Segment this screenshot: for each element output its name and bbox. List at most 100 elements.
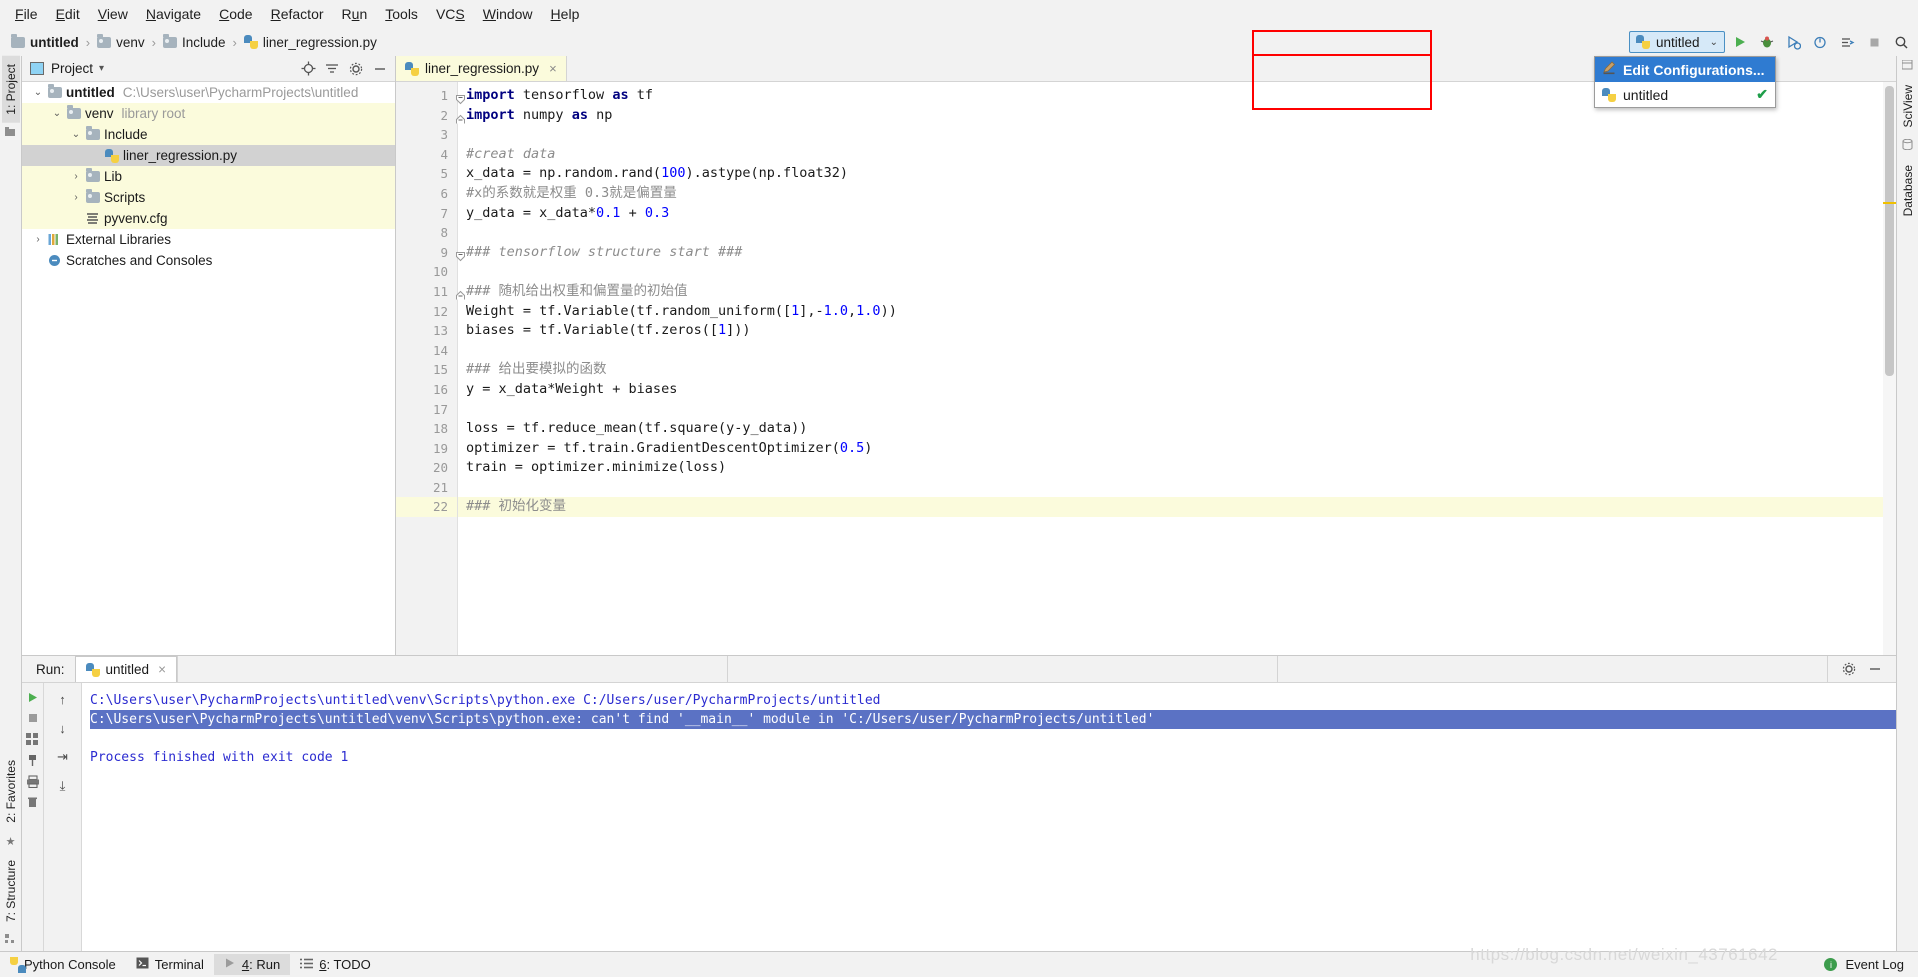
code-line[interactable]: x_data = np.random.rand(100).astype(np.f… bbox=[458, 164, 1883, 184]
menu-window[interactable]: Window bbox=[474, 3, 542, 25]
collapse-all-icon[interactable] bbox=[323, 60, 341, 78]
menu-refactor[interactable]: Refactor bbox=[262, 3, 333, 25]
code-line[interactable] bbox=[458, 125, 1883, 145]
sciview-strip-icon[interactable] bbox=[1901, 56, 1913, 77]
sidebar-item-sciview[interactable]: SciView bbox=[1899, 77, 1917, 135]
project-strip-icon[interactable] bbox=[5, 123, 16, 144]
scroll-to-end-icon[interactable]: ⤓ bbox=[53, 776, 73, 796]
tree-item-scripts[interactable]: › Scripts bbox=[22, 187, 395, 208]
run-tab-untitled[interactable]: untitled × bbox=[74, 656, 177, 682]
code-line[interactable]: train = optimizer.minimize(loss) bbox=[458, 458, 1883, 478]
tree-item-venv[interactable]: ⌄ venv library root bbox=[22, 103, 395, 124]
project-tree[interactable]: ⌄ untitled C:\Users\user\PycharmProjects\u… bbox=[22, 82, 395, 655]
menu-vcs[interactable]: VCS bbox=[427, 3, 474, 25]
breadcrumb-item-venv[interactable]: venv bbox=[94, 33, 148, 51]
menu-tools[interactable]: Tools bbox=[376, 3, 427, 25]
code-line[interactable]: loss = tf.reduce_mean(tf.square(y-y_data… bbox=[458, 419, 1883, 439]
console-line[interactable]: Process finished with exit code 1 bbox=[90, 748, 1896, 767]
tree-item-scratches-and-consoles[interactable]: Scratches and Consoles bbox=[22, 250, 395, 271]
menu-navigate[interactable]: Navigate bbox=[137, 3, 210, 25]
chevron-down-icon[interactable]: ▾ bbox=[99, 63, 104, 74]
menu-view[interactable]: View bbox=[89, 3, 137, 25]
show-grid-icon[interactable] bbox=[23, 729, 43, 749]
code-line[interactable]: #x的系数就是权重 0.3就是偏置量 bbox=[458, 184, 1883, 204]
tree-item-lib[interactable]: › Lib bbox=[22, 166, 395, 187]
sidebar-item-database[interactable]: Database bbox=[1899, 157, 1917, 224]
attach-to-process-button[interactable] bbox=[1835, 30, 1860, 55]
dropdown-item-untitled[interactable]: untitled ✔ bbox=[1595, 82, 1775, 107]
statusbar-python-console[interactable]: Python Console bbox=[8, 954, 126, 975]
run-console-output[interactable]: C:\Users\user\PycharmProjects\untitled\v… bbox=[82, 683, 1896, 951]
chevron-down-icon[interactable]: ⌄ bbox=[68, 129, 84, 140]
tree-item-pyvenv-cfg[interactable]: pyvenv.cfg bbox=[22, 208, 395, 229]
code-line[interactable]: ### 给出要模拟的函数 bbox=[458, 360, 1883, 380]
code-line[interactable] bbox=[458, 223, 1883, 243]
code-line[interactable]: optimizer = tf.train.GradientDescentOpti… bbox=[458, 439, 1883, 459]
structure-icon[interactable] bbox=[5, 930, 16, 951]
chevron-down-icon[interactable]: ⌄ bbox=[30, 87, 46, 98]
database-strip-icon[interactable] bbox=[1902, 135, 1913, 157]
breadcrumb-item-liner-regression-py[interactable]: liner_regression.py bbox=[241, 34, 380, 51]
chevron-down-icon[interactable]: ⌄ bbox=[49, 108, 65, 119]
code-line[interactable]: Weight = tf.Variable(tf.random_uniform([… bbox=[458, 302, 1883, 322]
code-line[interactable]: y_data = x_data*0.1 + 0.3 bbox=[458, 204, 1883, 224]
code-line[interactable] bbox=[458, 341, 1883, 361]
run-button[interactable] bbox=[1727, 30, 1752, 55]
code-line[interactable] bbox=[458, 478, 1883, 498]
menu-file[interactable]: File bbox=[6, 3, 47, 25]
console-line[interactable]: C:\Users\user\PycharmProjects\untitled\v… bbox=[90, 710, 1896, 729]
code-line[interactable]: ### 初始化变量 bbox=[458, 497, 1883, 518]
chevron-right-icon[interactable]: › bbox=[30, 234, 46, 245]
tree-item-liner-regression-py[interactable]: liner_regression.py bbox=[22, 145, 395, 166]
editor-area[interactable]: 1 2 3 4 5 6 7 8 9 10 11 12 13 14 15 16 17 18 19 20 21 22 impo… bbox=[396, 82, 1896, 655]
profile-button[interactable] bbox=[1808, 30, 1833, 55]
code-line[interactable]: y = x_data*Weight + biases bbox=[458, 380, 1883, 400]
scroll-up-icon[interactable]: ↑ bbox=[53, 689, 73, 709]
menu-code[interactable]: Code bbox=[210, 3, 261, 25]
sidebar-item-project[interactable]: 1: Project bbox=[1, 56, 20, 123]
sidebar-item-favorites[interactable]: 2: Favorites bbox=[2, 752, 20, 831]
code-line[interactable] bbox=[458, 400, 1883, 420]
menu-edit[interactable]: Edit bbox=[47, 3, 89, 25]
editor-scrollbar[interactable] bbox=[1883, 82, 1896, 655]
hide-panel-icon[interactable] bbox=[371, 60, 389, 78]
search-everywhere-icon[interactable] bbox=[1889, 30, 1914, 55]
dropdown-item-edit-configurations---[interactable]: Edit Configurations... bbox=[1595, 57, 1775, 82]
menu-help[interactable]: Help bbox=[542, 3, 589, 25]
print-icon[interactable] bbox=[23, 771, 43, 791]
stop-button[interactable] bbox=[1862, 30, 1887, 55]
locate-icon[interactable] bbox=[299, 60, 317, 78]
tab-liner-regression[interactable]: liner_regression.py × bbox=[396, 56, 567, 81]
scrollbar-thumb[interactable] bbox=[1885, 86, 1894, 376]
statusbar-6--todo[interactable]: 6: TODO bbox=[290, 954, 381, 975]
event-log-button[interactable]: Event Log bbox=[1845, 957, 1904, 972]
scroll-down-icon[interactable]: ↓ bbox=[53, 718, 73, 738]
stop-button[interactable] bbox=[23, 708, 43, 728]
close-icon[interactable]: × bbox=[158, 662, 166, 677]
console-line[interactable]: C:\Users\user\PycharmProjects\untitled\v… bbox=[90, 691, 1896, 710]
code-line[interactable]: #creat data bbox=[458, 145, 1883, 165]
chevron-right-icon[interactable]: › bbox=[68, 192, 84, 203]
editor-gutter[interactable]: 1 2 3 4 5 6 7 8 9 10 11 12 13 14 15 16 17 18 19 20 21 22 bbox=[396, 82, 465, 655]
statusbar-terminal[interactable]: Terminal bbox=[126, 954, 214, 975]
code-line[interactable]: import numpy as np bbox=[458, 106, 1883, 126]
tree-item-untitled[interactable]: ⌄ untitled C:\Users\user\PycharmProjects\u… bbox=[22, 82, 395, 103]
run-configuration-dropdown[interactable]: Edit Configurations... untitled ✔ bbox=[1594, 56, 1776, 108]
chevron-right-icon[interactable]: › bbox=[68, 171, 84, 182]
soft-wrap-icon[interactable]: ⇥ bbox=[53, 747, 73, 767]
statusbar-4--run[interactable]: 4: Run bbox=[213, 954, 291, 975]
code-content[interactable]: import tensorflow as tf import numpy as n… bbox=[458, 82, 1883, 655]
delete-icon[interactable] bbox=[23, 792, 43, 812]
run-configuration-selector[interactable]: untitled ⌄ bbox=[1629, 31, 1725, 53]
gear-icon[interactable] bbox=[347, 60, 365, 78]
menu-run[interactable]: Run bbox=[333, 3, 377, 25]
debug-button[interactable] bbox=[1754, 30, 1779, 55]
rerun-button[interactable] bbox=[23, 687, 43, 707]
pin-icon[interactable] bbox=[23, 750, 43, 770]
code-line[interactable]: biases = tf.Variable(tf.zeros([1])) bbox=[458, 321, 1883, 341]
run-with-coverage-button[interactable] bbox=[1781, 30, 1806, 55]
breadcrumb-item-untitled[interactable]: untitled bbox=[8, 33, 82, 51]
code-line[interactable]: ### 随机给出权重和偏置量的初始值 bbox=[458, 282, 1883, 302]
gear-icon[interactable] bbox=[1840, 660, 1858, 678]
tree-item-external-libraries[interactable]: › External Libraries bbox=[22, 229, 395, 250]
